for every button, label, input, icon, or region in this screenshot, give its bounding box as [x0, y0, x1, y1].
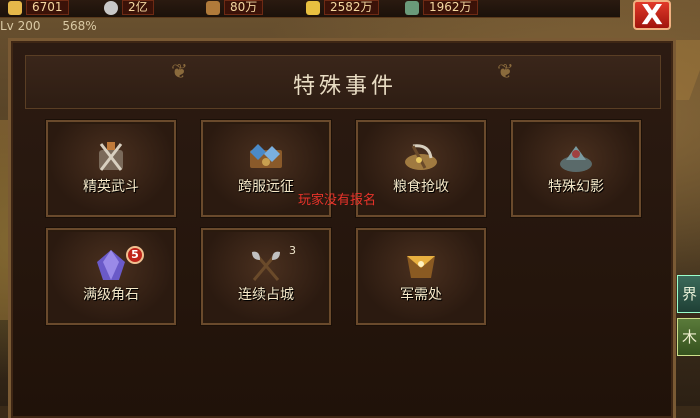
- event-label: 精英武斗: [83, 179, 139, 195]
- resource-gold: 6701: [8, 0, 69, 15]
- event-label: 粮食抢收: [393, 179, 449, 195]
- resource-food-value: 2582万: [324, 0, 379, 15]
- resource-gold-value: 6701: [26, 0, 69, 15]
- resource-wood: 80万: [206, 0, 264, 15]
- event-badge: 5: [126, 246, 144, 264]
- side-button-wood[interactable]: 木: [677, 318, 700, 356]
- resource-ore-value: 1962万: [423, 0, 478, 15]
- event-label: 连续占城: [238, 287, 294, 303]
- wood-icon: [206, 0, 220, 15]
- notice-not-registered: 玩家没有报名: [298, 193, 377, 208]
- silver-icon: [104, 0, 118, 15]
- crossed-swords-icon: [99, 142, 123, 171]
- ore-icon: [405, 0, 419, 15]
- event-count: 3: [289, 244, 296, 257]
- side-button-world[interactable]: 界: [677, 275, 700, 313]
- player-status: Lv 200 568%: [0, 19, 115, 33]
- event-max-level-stone[interactable]: 5 满级角石: [46, 228, 176, 325]
- food-icon: [306, 0, 320, 15]
- event-special-phantom[interactable]: 特殊幻影: [511, 120, 641, 217]
- map-gems-icon: [250, 144, 282, 168]
- player-level: Lv 200: [0, 19, 41, 33]
- resource-silver-value: 2亿: [122, 0, 154, 15]
- phantom-armor-icon: [560, 146, 592, 172]
- gold-icon: [8, 0, 22, 15]
- event-supply-depot[interactable]: 军需处: [356, 228, 486, 325]
- event-continuous-siege[interactable]: 3 连续占城: [201, 228, 331, 325]
- resource-silver: 2亿: [104, 0, 154, 15]
- sickle-grain-icon: [405, 144, 437, 170]
- resource-wood-value: 80万: [224, 0, 264, 15]
- panel-title: 特殊事件: [292, 74, 397, 99]
- event-label: 特殊幻影: [548, 179, 604, 195]
- resource-bar: 6701 2亿 80万 2582万 1962万: [0, 0, 620, 18]
- event-label: 军需处: [400, 287, 442, 303]
- special-events-panel: ❦ ❦ 特殊事件 精英武斗 跨服远征 粮食抢收 特殊幻影 5 满级角石 3 连续…: [8, 38, 676, 418]
- close-icon: X: [641, 0, 663, 31]
- event-elite-duel[interactable]: 精英武斗: [46, 120, 176, 217]
- resource-food: 2582万: [306, 0, 379, 15]
- close-button[interactable]: X: [633, 0, 671, 30]
- resource-ore: 1962万: [405, 0, 478, 15]
- crystal-stone-icon: [97, 250, 125, 280]
- event-label: 满级角石: [83, 287, 139, 303]
- supply-scroll-icon: [407, 256, 435, 278]
- player-percent: 568%: [62, 19, 97, 33]
- battle-axes-icon: [252, 251, 280, 281]
